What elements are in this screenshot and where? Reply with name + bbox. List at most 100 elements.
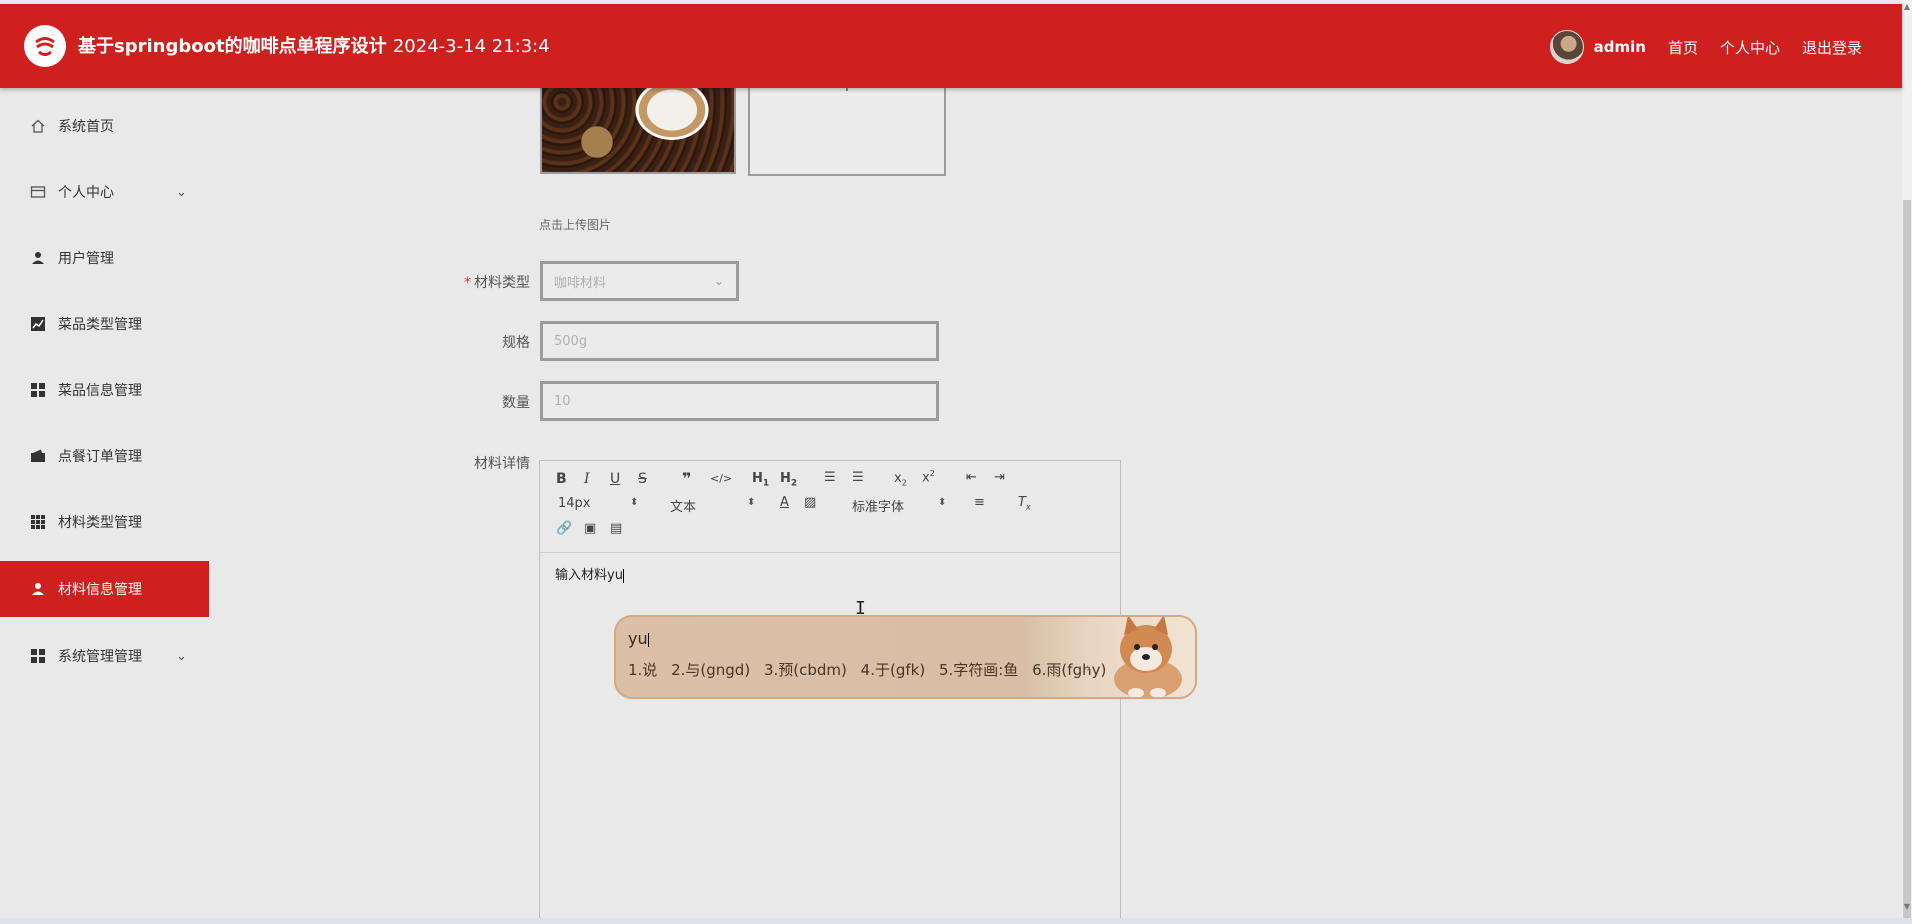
editor-text: 输入材料yu — [555, 568, 623, 583]
wallet-icon — [30, 448, 46, 464]
sidebar-item-label: 菜品信息管理 — [58, 383, 142, 399]
ime-caret — [647, 632, 649, 647]
bullet-list-icon[interactable]: ☰ — [852, 470, 864, 485]
bold-button[interactable]: B — [556, 471, 567, 487]
app-title: 基于springboot的咖啡点单程序设计 2024-3-14 21:3:4 — [78, 32, 550, 58]
sidebar-item-system-management[interactable]: 系统管理管理 ⌄ — [0, 628, 209, 684]
app-logo — [24, 25, 66, 67]
logout-link[interactable]: 退出登录 — [1802, 37, 1862, 58]
header-actions: admin 首页 个人中心 退出登录 — [1549, 30, 1862, 64]
chart-icon — [30, 316, 46, 332]
sidebar-item-material-info-management[interactable]: 材料信息管理 — [0, 561, 209, 617]
blockquote-icon[interactable]: ❞ — [682, 469, 691, 488]
text-style-value: 文本 — [670, 500, 697, 515]
ime-candidate[interactable]: 5.字符画:鱼 — [939, 661, 1018, 679]
material-type-value: 咖啡材料 — [554, 275, 607, 291]
header-timestamp: 2024-3-14 21:3:4 — [392, 36, 550, 57]
material-type-label-text: 材料类型 — [474, 275, 530, 291]
top-header: 基于springboot的咖啡点单程序设计 2024-3-14 21:3:4 a… — [0, 4, 1902, 88]
user-icon — [30, 581, 46, 597]
sidebar-item-dish-type-management[interactable]: 菜品类型管理 — [0, 296, 209, 352]
sidebar-item-label: 个人中心 — [58, 185, 114, 201]
home-link[interactable]: 首页 — [1668, 37, 1698, 58]
updown-icon: ⬍ — [938, 497, 947, 508]
spec-placeholder: 500g — [554, 333, 588, 349]
ime-composition: yu — [628, 629, 649, 648]
font-size-select[interactable]: 14px ⬍ — [558, 496, 638, 511]
clear-format-icon[interactable]: Tx — [1018, 495, 1031, 512]
next-page-icon[interactable]: › — [1086, 661, 1091, 675]
sidebar-item-dish-info-management[interactable]: 菜品信息管理 — [0, 362, 209, 418]
heading2-button[interactable]: H2 — [780, 471, 797, 489]
ime-candidate-popup: yu 1.说 2.与(gngd) 3.预(cbdm) 4.于(gfk) 5.字符… — [614, 615, 1197, 699]
strike-button[interactable]: S — [638, 471, 647, 487]
superscript-button[interactable]: x2 — [922, 469, 935, 485]
indent-icon[interactable]: ⇥ — [994, 470, 1005, 485]
font-family-select[interactable]: 标准字体 ⬍ — [852, 496, 946, 515]
video-icon[interactable]: ▤ — [610, 521, 622, 536]
user-name: admin — [1593, 38, 1646, 56]
card-icon — [30, 184, 46, 200]
ordered-list-icon[interactable]: ☰ — [824, 470, 836, 485]
material-type-select[interactable]: 咖啡材料 ⌄ — [540, 261, 739, 301]
ime-candidate[interactable]: 2.与(gngd) — [671, 661, 750, 679]
italic-button[interactable]: I — [584, 471, 590, 487]
heading1-button[interactable]: H1 — [752, 471, 769, 489]
updown-icon: ⬍ — [747, 497, 756, 508]
grid-icon — [30, 648, 46, 664]
updown-icon: ⬍ — [630, 497, 639, 508]
sidebar-item-order-management[interactable]: 点餐订单管理 — [0, 428, 209, 484]
sidebar-item-material-type-management[interactable]: 材料类型管理 — [0, 494, 209, 550]
ime-input-text: yu — [628, 629, 648, 648]
sidebar-item-personal-center[interactable]: 个人中心 ⌄ — [0, 164, 209, 220]
avatar[interactable] — [1549, 30, 1584, 64]
shiba-dog-decoration — [1114, 617, 1182, 697]
editor-content[interactable]: 输入材料yu — [555, 564, 624, 583]
sidebar-item-label: 用户管理 — [58, 251, 114, 267]
image-icon[interactable]: ▣ — [584, 521, 596, 536]
spec-input[interactable]: 500g — [540, 321, 939, 361]
scroll-up-icon[interactable]: ▲ — [1902, 2, 1912, 11]
ime-candidate-list: 1.说 2.与(gngd) 3.预(cbdm) 4.于(gfk) 5.字符画:鱼… — [628, 659, 1115, 680]
code-icon[interactable]: </> — [710, 472, 732, 485]
sidebar-item-label: 系统管理管理 — [58, 649, 142, 665]
bottom-edge — [0, 918, 1912, 924]
background-color-icon[interactable]: ▨ — [804, 495, 816, 510]
home-icon — [30, 118, 46, 134]
scroll-down-icon[interactable]: ▼ — [1902, 902, 1912, 911]
profile-link[interactable]: 个人中心 — [1720, 37, 1780, 58]
ime-candidate[interactable]: 1.说 — [628, 661, 657, 679]
image-upload-box[interactable] — [748, 80, 946, 176]
underline-button[interactable]: U — [610, 471, 620, 487]
quantity-placeholder: 10 — [554, 393, 571, 409]
ime-candidate[interactable]: 4.于(gfk) — [861, 661, 926, 679]
vertical-scrollbar[interactable]: ▲ ▼ — [1902, 0, 1912, 924]
chevron-down-icon: ⌄ — [176, 648, 187, 664]
sidebar-item-label: 材料信息管理 — [58, 582, 142, 598]
sidebar-item-label: 系统首页 — [58, 119, 114, 135]
chevron-down-icon: ⌄ — [713, 274, 724, 288]
chevron-down-icon: ⌄ — [176, 184, 187, 200]
sidebar-item-home[interactable]: 系统首页 — [0, 98, 209, 154]
material-type-label: * 材料类型 — [410, 272, 530, 292]
detail-label: 材料详情 — [474, 456, 530, 472]
font-color-icon[interactable]: A — [780, 495, 789, 510]
uploaded-coffee-image[interactable] — [540, 80, 736, 174]
font-size-value: 14px — [558, 496, 591, 511]
quantity-input[interactable]: 10 — [540, 381, 939, 421]
link-icon[interactable]: 🔗 — [556, 521, 572, 536]
app-title-text: 基于springboot的咖啡点单程序设计 — [78, 36, 387, 57]
scrollbar-thumb[interactable] — [1903, 200, 1911, 920]
sidebar-item-label: 材料类型管理 — [58, 515, 142, 531]
ime-candidate[interactable]: 3.预(cbdm) — [764, 661, 847, 679]
quantity-label: 数量 — [502, 395, 530, 411]
grid9-icon — [30, 514, 46, 530]
sidebar-item-label: 菜品类型管理 — [58, 317, 142, 333]
sidebar-item-label: 点餐订单管理 — [58, 449, 142, 465]
spec-label: 规格 — [502, 335, 530, 351]
outdent-icon[interactable]: ⇤ — [966, 470, 977, 485]
text-style-select[interactable]: 文本 ⬍ — [670, 496, 755, 515]
align-icon[interactable]: ≡ — [974, 495, 985, 510]
sidebar-item-user-management[interactable]: 用户管理 — [0, 230, 209, 286]
subscript-button[interactable]: x2 — [894, 471, 907, 488]
